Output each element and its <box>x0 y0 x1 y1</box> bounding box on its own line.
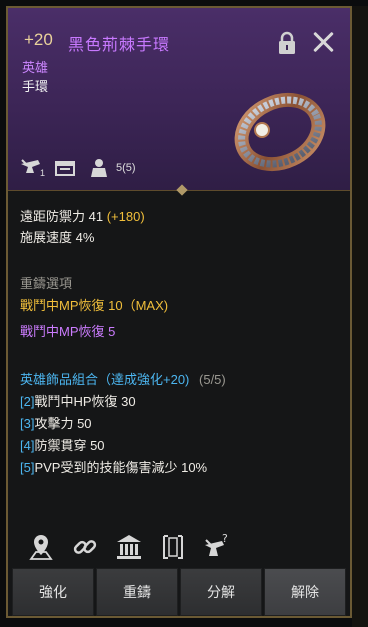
set-bonus-title-row: 英雄飾品組合（達成強化+20) (5/5) <box>20 369 226 390</box>
anvil-count: 1 <box>40 168 46 178</box>
defense-bonus: (+180) <box>106 209 145 224</box>
item-name: 黑色荊棘手環 <box>68 37 171 54</box>
anvil-question-icon[interactable]: ? <box>202 532 232 562</box>
refine-option-1: 戰鬥中MP恢復 10（MAX) <box>20 298 169 313</box>
defense-stat: 遠距防禦力 41 <box>20 209 104 224</box>
enhance-button[interactable]: 強化 <box>12 568 94 616</box>
item-grade: 英雄 <box>22 60 49 75</box>
item-header: +20 黑色荊棘手環 英雄 手環 1 5(5) <box>8 8 350 191</box>
action-button-bar: 強化 重鑄 分解 解除 <box>12 568 346 616</box>
set-bonus-effect: 戰鬥中HP恢復 30 <box>34 394 136 409</box>
ring-item-icon <box>232 86 328 178</box>
set-bonus-count: (5/5) <box>199 372 226 387</box>
socket-count: 5(5) <box>116 162 136 174</box>
set-bonus-title: 英雄飾品組合（達成強化+20) <box>20 372 190 387</box>
link-icon[interactable] <box>70 532 100 562</box>
lock-icon[interactable] <box>277 31 297 55</box>
set-bonus-item: [5]PVP受到的技能傷害減少 10% <box>20 457 207 478</box>
item-tooltip-panel: +20 黑色荊棘手環 英雄 手環 1 5(5) 遠距防禦力 41 (+180) … <box>6 6 352 618</box>
set-bonus-tier: [2] <box>20 394 35 409</box>
anvil-tradeable-icon: 1 <box>18 156 46 180</box>
set-bonus-tier: [5] <box>20 460 35 475</box>
close-icon[interactable] <box>310 29 336 55</box>
cast-speed-stat: 施展速度 4% <box>20 230 95 245</box>
set-bonus-tier: [3] <box>20 416 35 431</box>
set-bonus-item: [4]防禦貫穿 50 <box>20 435 105 456</box>
character-bound-icon <box>86 156 112 180</box>
set-bonus-effect: 攻擊力 50 <box>34 416 92 431</box>
bank-icon[interactable] <box>114 532 144 562</box>
card-info-icon[interactable] <box>158 532 188 562</box>
svg-text:?: ? <box>222 532 228 545</box>
set-bonus-effect: 防禦貫穿 50 <box>34 438 105 453</box>
set-bonus-tier: [4] <box>20 438 35 453</box>
outer-background <box>352 6 368 627</box>
action-icon-row: ? <box>26 532 232 562</box>
dismantle-button[interactable]: 分解 <box>180 568 262 616</box>
enhance-level: +20 <box>24 30 53 49</box>
header-attribute-icons: 1 5(5) <box>18 156 136 180</box>
set-bonus-item: [3]攻擊力 50 <box>20 413 92 434</box>
refine-section-title: 重鑄選項 <box>20 276 73 291</box>
refine-option-2: 戰鬥中MP恢復 5 <box>20 324 116 339</box>
unequip-button[interactable]: 解除 <box>264 568 346 616</box>
set-bonus-effect: PVP受到的技能傷害減少 10% <box>34 460 208 475</box>
reforge-button[interactable]: 重鑄 <box>96 568 178 616</box>
storage-chest-icon <box>52 156 78 180</box>
item-type: 手環 <box>22 79 49 94</box>
defense-stat-row: 遠距防禦力 41 (+180) <box>20 206 145 227</box>
map-pin-icon[interactable] <box>26 532 56 562</box>
set-bonus-item: [2]戰鬥中HP恢復 30 <box>20 391 136 412</box>
